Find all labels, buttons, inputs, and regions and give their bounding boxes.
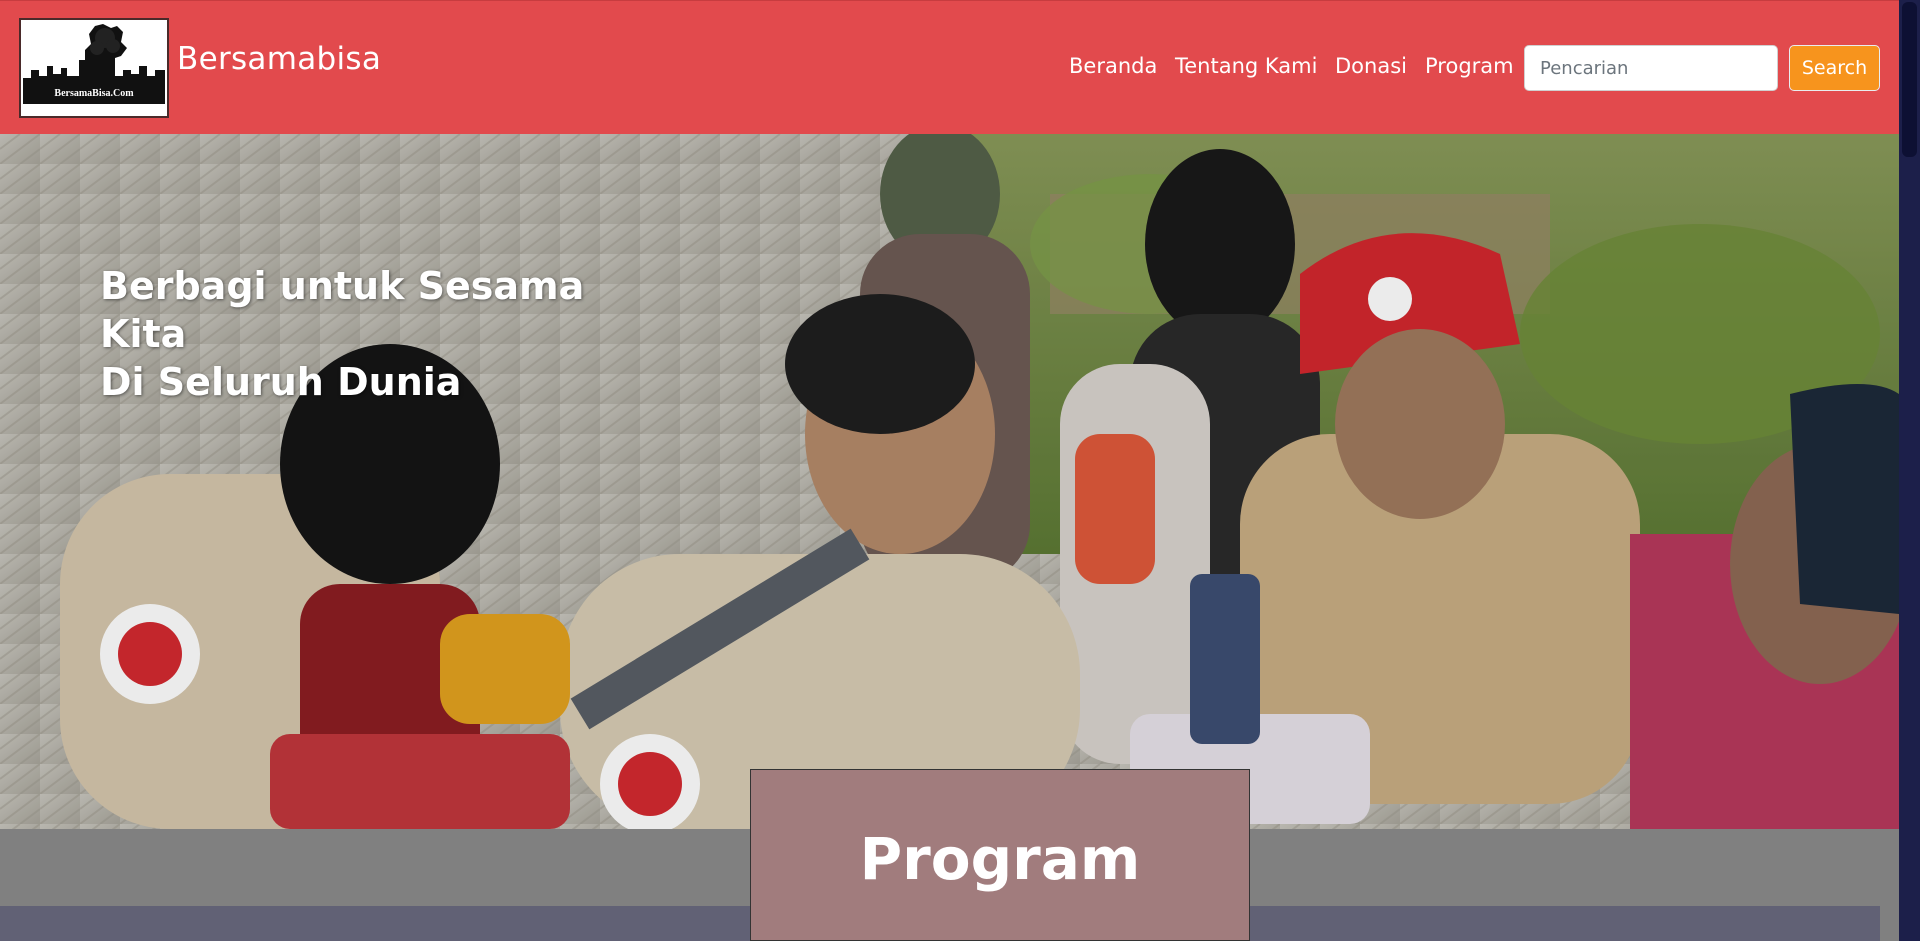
logo-text: BersamaBisa.Com <box>54 88 134 99</box>
hero-title: Berbagi untuk Sesama Kita Di Seluruh Dun… <box>100 262 660 406</box>
program-heading-box: Program <box>750 769 1250 941</box>
nav-item-program[interactable]: Program <box>1425 54 1514 78</box>
navbar: BersamaBisa.Com Bersamabisa Beranda Tent… <box>0 0 1899 134</box>
hero-title-line1: Berbagi untuk Sesama Kita <box>100 264 585 356</box>
search-input[interactable] <box>1524 45 1778 91</box>
nav-item-donasi[interactable]: Donasi <box>1335 54 1407 78</box>
scrollbar-thumb[interactable] <box>1902 2 1917 157</box>
hero-title-line2: Di Seluruh Dunia <box>100 360 462 404</box>
hero-photo <box>0 134 1899 829</box>
nav-item-tentang-kami[interactable]: Tentang Kami <box>1175 54 1317 78</box>
brand-name[interactable]: Bersamabisa <box>177 41 381 77</box>
program-title: Program <box>859 825 1141 893</box>
nav-item-beranda[interactable]: Beranda <box>1069 54 1157 78</box>
hero-banner: Berbagi untuk Sesama Kita Di Seluruh Dun… <box>0 134 1899 829</box>
search-button[interactable]: Search <box>1789 45 1880 91</box>
brand-logo[interactable]: BersamaBisa.Com <box>19 18 169 118</box>
vertical-scrollbar[interactable] <box>1899 0 1920 941</box>
